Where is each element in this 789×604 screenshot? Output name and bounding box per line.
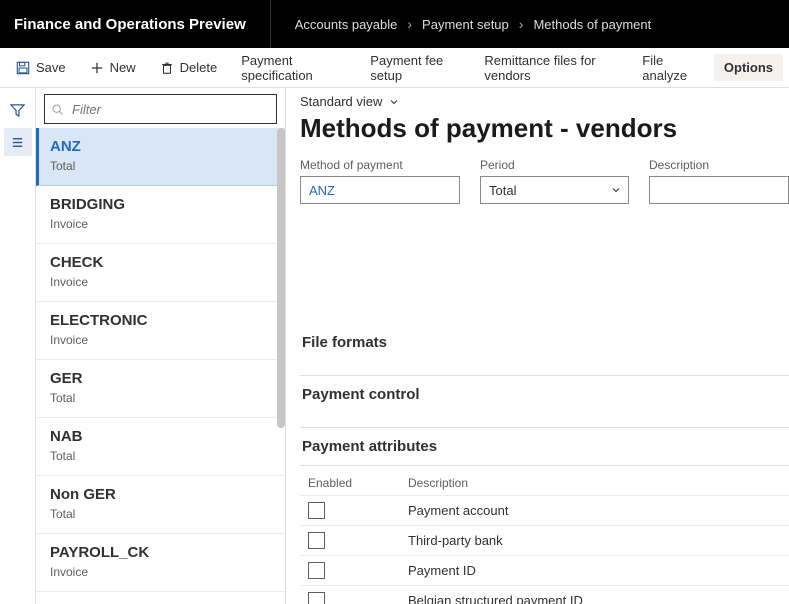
breadcrumb-item[interactable]: Methods of payment: [533, 17, 651, 32]
list-item-subtitle: Invoice: [50, 275, 271, 289]
trash-icon: [160, 61, 174, 75]
enabled-checkbox[interactable]: [308, 592, 325, 604]
save-button[interactable]: Save: [6, 54, 76, 81]
table-row[interactable]: Payment ID: [300, 556, 789, 586]
enabled-header: Enabled: [300, 476, 400, 490]
list-item-subtitle: Total: [50, 449, 271, 463]
chevron-down-icon: [388, 96, 400, 108]
new-button[interactable]: New: [80, 54, 146, 81]
table-row[interactable]: Belgian structured payment ID: [300, 586, 789, 604]
payment-specification-button[interactable]: Payment specification: [231, 47, 356, 89]
attribute-description[interactable]: Belgian structured payment ID: [400, 593, 789, 604]
list-icon: [10, 135, 25, 150]
list-pane: ANZTotalBRIDGINGInvoiceCHECKInvoiceELECT…: [36, 88, 286, 604]
save-icon: [16, 61, 30, 75]
list-item-subtitle: Invoice: [50, 565, 271, 579]
list-item[interactable]: BRIDGING Invoice: [36, 186, 285, 244]
attribute-description[interactable]: Payment account: [400, 503, 789, 518]
list-item[interactable]: NAB Total: [36, 418, 285, 476]
description-input[interactable]: [649, 176, 789, 204]
enabled-checkbox[interactable]: [308, 562, 325, 579]
top-bar: Finance and Operations Preview Accounts …: [0, 0, 789, 48]
description-label: Description: [649, 158, 789, 172]
filter-box[interactable]: [44, 94, 277, 124]
attribute-description[interactable]: Third-party bank: [400, 533, 789, 548]
method-of-payment-label: Method of payment: [300, 158, 460, 172]
funnel-icon: [10, 103, 25, 118]
period-label: Period: [480, 158, 629, 172]
main-body: ANZTotalBRIDGINGInvoiceCHECKInvoiceELECT…: [0, 88, 789, 604]
view-selector[interactable]: Standard view: [300, 94, 789, 113]
list-item-title: PAYROLL_CK: [50, 544, 271, 561]
list-item-title: GER: [50, 370, 271, 387]
list-item[interactable]: PAYROLL_CK Invoice: [36, 534, 285, 592]
list-item[interactable]: GER Total: [36, 360, 285, 418]
list-item-title: NAB: [50, 428, 271, 445]
payment-control-section[interactable]: Payment control: [300, 375, 789, 409]
list-item-subtitle: Total: [50, 391, 271, 405]
delete-button[interactable]: Delete: [150, 54, 228, 81]
list-item-title: CHECK: [50, 254, 271, 271]
list-item-subtitle: Invoice: [50, 217, 271, 231]
list-item-title: ANZ: [50, 138, 271, 155]
list-item[interactable]: Non GER Total: [36, 476, 285, 534]
list-item[interactable]: CHECK Invoice: [36, 244, 285, 302]
list-item-title: Non GER: [50, 486, 271, 503]
remittance-files-button[interactable]: Remittance files for vendors: [474, 47, 628, 89]
attribute-description[interactable]: Payment ID: [400, 563, 789, 578]
chevron-down-icon: [610, 184, 622, 196]
file-formats-section[interactable]: File formats: [300, 324, 789, 357]
page-title: Methods of payment - vendors: [300, 113, 789, 144]
payment-attributes-section[interactable]: Payment attributes: [300, 427, 789, 461]
list-item-subtitle: Total: [50, 159, 271, 173]
chevron-right-icon: ›: [519, 16, 524, 32]
period-select[interactable]: Total: [480, 176, 629, 204]
file-analyze-button[interactable]: File analyze: [632, 47, 710, 89]
search-icon: [51, 103, 64, 116]
field-row: Method of payment Period Total Descripti…: [300, 158, 789, 204]
list-item[interactable]: ANZ Total: [36, 128, 285, 186]
list-item[interactable]: ELECTRONIC Invoice: [36, 302, 285, 360]
payment-fee-setup-button[interactable]: Payment fee setup: [360, 47, 470, 89]
list-item-title: BRIDGING: [50, 196, 271, 213]
plus-icon: [90, 61, 104, 75]
chevron-right-icon: ›: [407, 16, 412, 32]
list-item-subtitle: Invoice: [50, 333, 271, 347]
filter-input[interactable]: [70, 101, 270, 118]
left-rail: [0, 88, 36, 604]
table-row[interactable]: Third-party bank: [300, 526, 789, 556]
enabled-checkbox[interactable]: [308, 502, 325, 519]
method-of-payment-input[interactable]: [300, 176, 460, 204]
command-bar: Save New Delete Payment specification Pa…: [0, 48, 789, 88]
breadcrumb-item[interactable]: Payment setup: [422, 17, 509, 32]
app-title: Finance and Operations Preview: [14, 0, 271, 48]
breadcrumb: Accounts payable › Payment setup › Metho…: [295, 16, 651, 32]
breadcrumb-item[interactable]: Accounts payable: [295, 17, 398, 32]
list-item-subtitle: Total: [50, 507, 271, 521]
options-button[interactable]: Options: [714, 54, 783, 81]
attributes-table: Enabled Description Payment account Third…: [300, 465, 789, 604]
detail-pane: Standard view Methods of payment - vendo…: [286, 88, 789, 604]
method-list[interactable]: ANZTotalBRIDGINGInvoiceCHECKInvoiceELECT…: [36, 128, 285, 604]
scroll-thumb[interactable]: [277, 128, 285, 428]
table-row[interactable]: Payment account: [300, 496, 789, 526]
list-item-title: ELECTRONIC: [50, 312, 271, 329]
enabled-checkbox[interactable]: [308, 532, 325, 549]
attributes-header: Enabled Description: [300, 466, 789, 496]
description-header: Description: [400, 476, 789, 490]
list-rail-button[interactable]: [4, 128, 32, 156]
filter-rail-button[interactable]: [4, 96, 32, 124]
